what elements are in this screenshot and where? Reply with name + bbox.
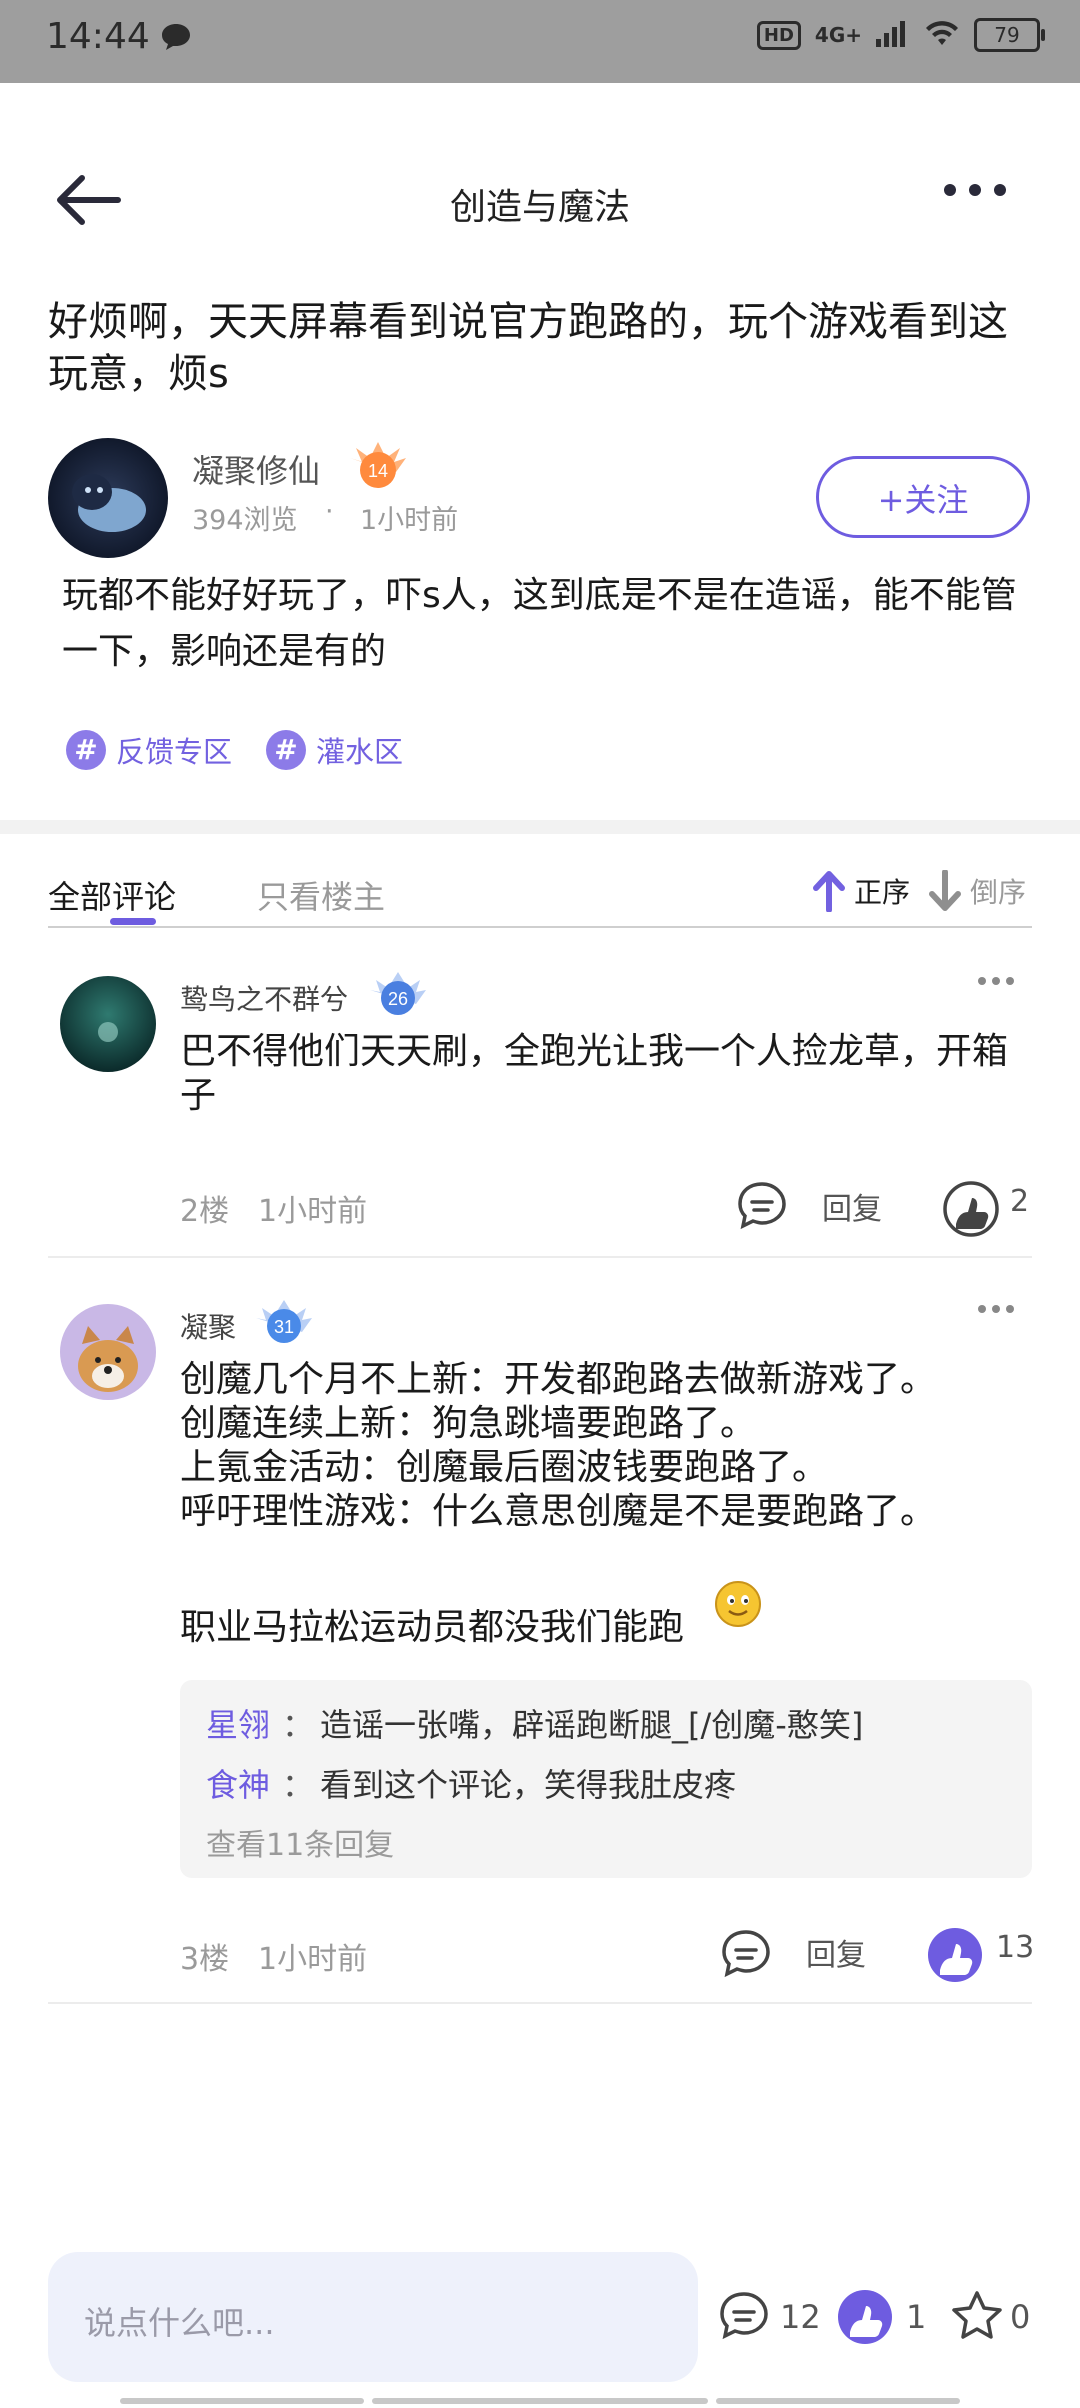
topic-label: 反馈专区 <box>116 735 233 769</box>
gesture-segment <box>372 2398 708 2404</box>
reply-user[interactable]: 食神 <box>206 1760 276 1806</box>
reply-button[interactable]: 回复 <box>806 1930 866 1974</box>
more-options-icon[interactable] <box>940 180 1020 220</box>
smile-emoji-icon <box>714 1580 762 1628</box>
arrow-down-icon <box>929 870 961 911</box>
reply-text: 看到这个评论，笑得我肚皮疼 <box>320 1766 737 1804</box>
comment-line: 创魔连续上新：狗急跳墙要跑路了。 <box>180 1403 757 1444</box>
sort-ascending-button[interactable]: 正序 <box>812 870 910 912</box>
status-time: 14:44 <box>46 16 150 57</box>
sort-descending-button[interactable]: 倒序 <box>928 870 1026 912</box>
meta-separator: · <box>325 496 334 527</box>
arrow-up-icon <box>813 871 845 912</box>
author-avatar[interactable] <box>48 438 168 558</box>
comment-count: 12 <box>780 2298 821 2336</box>
reply-colon: ： <box>281 1706 314 1744</box>
post-body: 玩都不能好好玩了，吓s人，这到底是不是在造谣，能不能管一下，影响还是有的 <box>62 575 1017 672</box>
replies-box[interactable]: 星翎 ： 造谣一张嘴，辟谣跑断腿_[/创魔-憨笑] 食神 ： 看到这个评论，笑得… <box>180 1680 1032 1878</box>
topic-tag[interactable]: # 反馈专区 <box>66 726 232 774</box>
post-time: 1小时前 <box>360 505 459 536</box>
status-indicators: HD 4G+ 79 <box>756 18 1045 52</box>
reply-user[interactable]: 星翎 <box>206 1700 276 1746</box>
gesture-bar <box>120 2398 960 2404</box>
comment-input-placeholder[interactable]: 说点什么吧... <box>84 2298 275 2344</box>
commenter-name[interactable]: 凝聚 <box>180 1306 236 1346</box>
commenter-avatar[interactable] <box>60 976 156 1072</box>
chat-bubble-icon <box>160 22 192 56</box>
tab-divider <box>48 926 1032 928</box>
comment-line: 上氪金活动：创魔最后圈波钱要跑路了。 <box>180 1447 829 1488</box>
commenter-avatar[interactable] <box>60 1304 156 1400</box>
comment-time: 1小时前 <box>258 1194 368 1229</box>
comment-line: 呼吁理性游戏：什么意思创魔是不是要跑路了。 <box>180 1491 937 1532</box>
topic-tag[interactable]: # 灌水区 <box>266 726 403 774</box>
gesture-segment <box>716 2398 960 2404</box>
svg-text:26: 26 <box>388 989 408 1009</box>
reply-icon[interactable] <box>736 1180 788 1236</box>
comment-divider <box>48 2002 1032 2004</box>
gesture-segment <box>120 2398 364 2404</box>
comment-more-icon[interactable] <box>976 972 1036 1002</box>
comment-line: 职业马拉松运动员都没我们能跑 <box>180 1607 685 1648</box>
hashtag-icon: # <box>66 730 106 770</box>
star-icon[interactable] <box>950 2290 1004 2346</box>
page-title: 创造与魔法 <box>449 187 630 228</box>
network-type: 4G+ <box>814 23 862 47</box>
reply-button[interactable]: 回复 <box>822 1184 882 1228</box>
wifi-icon <box>924 19 960 51</box>
tab-owner-only[interactable]: 只看楼主 <box>257 872 385 918</box>
level-badge: 26 <box>366 968 430 1024</box>
like-count: 2 <box>1010 1184 1030 1219</box>
view-more-replies-link[interactable]: 查看11条回复 <box>206 1820 394 1864</box>
signal-icon <box>876 19 910 51</box>
like-count: 13 <box>996 1930 1035 1965</box>
reply-icon[interactable] <box>720 1928 772 1984</box>
like-count: 1 <box>906 2298 927 2336</box>
status-bar: 14:44 HD 4G+ 79 <box>0 0 1080 83</box>
comment-blank-line <box>180 1534 1040 1578</box>
comment-text: 巴不得他们天天刷，全跑光让我一个人捡龙草，开箱子 <box>180 1031 1009 1116</box>
tab-all-comments[interactable]: 全部评论 <box>48 872 176 918</box>
comment-icon[interactable] <box>718 2290 770 2346</box>
comment-divider <box>48 1256 1032 1258</box>
liked-icon[interactable] <box>836 2288 894 2350</box>
hd-icon: HD <box>756 20 801 50</box>
comment-text: 创魔几个月不上新：开发都跑路去做新游戏了。 创魔连续上新：狗急跳墙要跑路了。 上… <box>180 1358 1040 1650</box>
post-title: 好烦啊，天天屏幕看到说官方跑路的，玩个游戏看到这玩意，烦s <box>48 299 1008 397</box>
floor-number: 2楼 <box>180 1194 230 1229</box>
svg-text:14: 14 <box>368 461 388 481</box>
level-badge: 14 <box>346 440 410 492</box>
sort-descending-label: 倒序 <box>970 876 1027 909</box>
reply-item[interactable]: 食神 ： 看到这个评论，笑得我肚皮疼 <box>206 1760 736 1806</box>
commenter-name[interactable]: 鸷鸟之不群兮 <box>180 978 348 1018</box>
active-tab-indicator <box>110 918 156 925</box>
reply-colon: ： <box>281 1766 314 1804</box>
comment-time: 1小时前 <box>258 1942 368 1977</box>
view-count: 394浏览 <box>192 505 298 536</box>
reply-item[interactable]: 星翎 ： 造谣一张嘴，辟谣跑断腿_[/创魔-憨笑] <box>206 1700 863 1746</box>
author-name[interactable]: 凝聚修仙 <box>192 446 320 492</box>
floor-number: 3楼 <box>180 1942 230 1977</box>
follow-button[interactable]: +关注 <box>816 456 1030 538</box>
like-icon[interactable] <box>942 1180 1000 1242</box>
section-divider <box>0 820 1080 834</box>
sort-ascending-label: 正序 <box>854 876 911 909</box>
reply-text: 造谣一张嘴，辟谣跑断腿_[/创魔-憨笑] <box>320 1706 864 1744</box>
topic-label: 灌水区 <box>316 735 404 769</box>
favorite-count: 0 <box>1010 2298 1031 2336</box>
comment-more-icon[interactable] <box>976 1300 1036 1330</box>
level-badge: 31 <box>252 1296 316 1352</box>
comment-line: 创魔几个月不上新：开发都跑路去做新游戏了。 <box>180 1359 937 1400</box>
hashtag-icon: # <box>266 730 306 770</box>
liked-icon[interactable] <box>926 1926 984 1988</box>
svg-text:31: 31 <box>274 1317 294 1337</box>
battery-icon: 79 <box>974 18 1045 52</box>
